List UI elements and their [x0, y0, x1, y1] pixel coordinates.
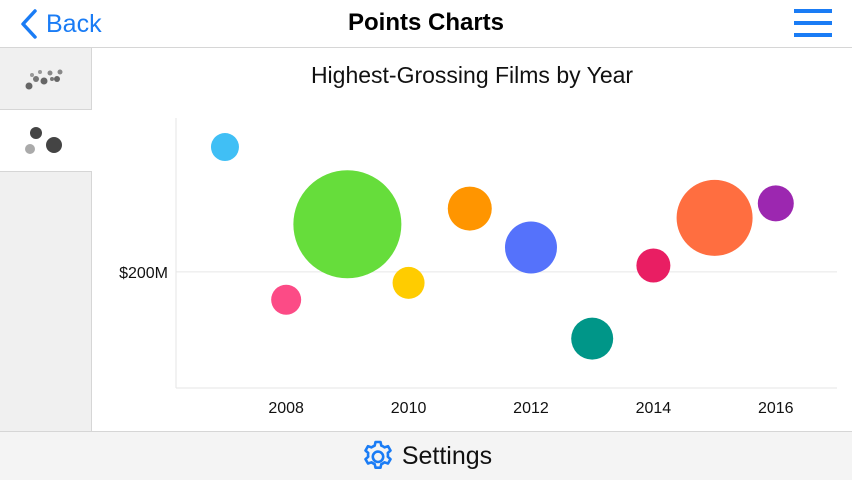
bubble-chart: $200M 2008 2010 2012 2014 2016 — [119, 118, 837, 417]
back-button[interactable]: Back — [18, 8, 102, 40]
page-title: Points Charts — [347, 9, 505, 36]
back-label: Back — [46, 9, 102, 38]
settings-label: Settings — [401, 442, 493, 470]
bubble-points-icon — [25, 126, 62, 154]
data-bubble — [392, 266, 425, 299]
bottom-toolbar: Settings — [0, 431, 852, 480]
scatter-points-icon — [25, 69, 62, 89]
y-tick-label: $200M — [119, 265, 168, 282]
x-tick-label: 2008 — [268, 400, 304, 417]
settings-button[interactable]: Settings — [0, 432, 852, 481]
gear-icon — [364, 440, 392, 469]
x-tick-label: 2016 — [758, 400, 794, 417]
data-bubble — [271, 284, 302, 315]
menu-button[interactable] — [794, 8, 832, 38]
data-bubble — [636, 248, 671, 283]
tab-scatter-chart[interactable] — [0, 48, 91, 110]
x-tick-label: 2014 — [636, 400, 672, 417]
hamburger-menu-icon — [794, 9, 832, 37]
data-bubble — [210, 133, 239, 162]
data-bubble — [571, 317, 614, 360]
data-bubble — [504, 221, 557, 274]
chevron-left-icon — [21, 9, 37, 39]
data-bubble — [676, 179, 753, 256]
data-bubble — [757, 185, 794, 222]
tab-bubble-chart[interactable] — [0, 110, 92, 172]
chart-panel: Highest-Grossing Films by Year $200M 2008… — [92, 48, 852, 432]
x-tick-label: 2010 — [391, 400, 427, 417]
data-bubble — [293, 170, 402, 279]
navigation-bar: Back Points Charts — [0, 0, 852, 48]
data-bubble — [447, 186, 492, 231]
sidebar — [0, 48, 92, 432]
x-tick-label: 2012 — [513, 400, 549, 417]
